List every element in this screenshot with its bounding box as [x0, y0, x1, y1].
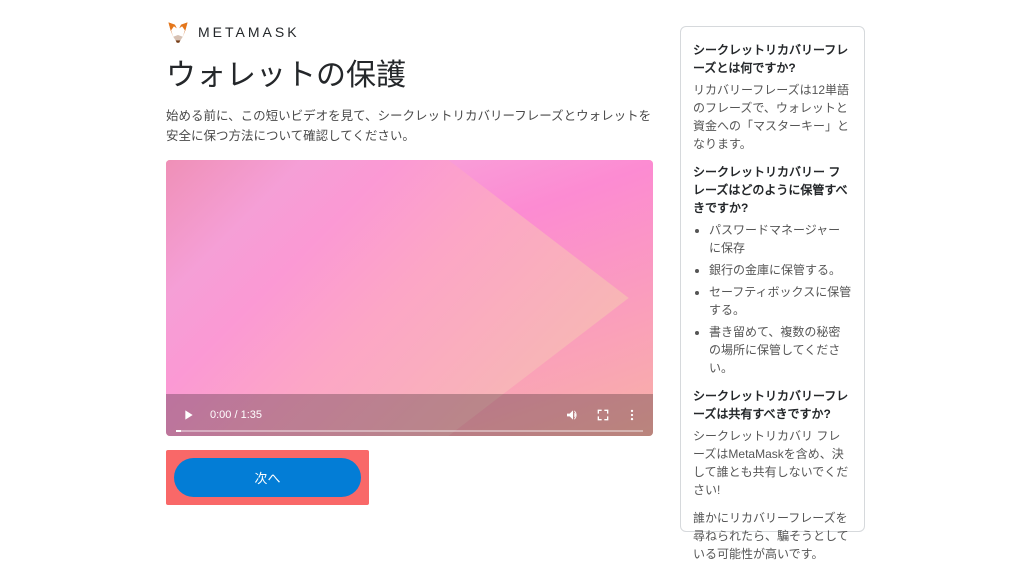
next-button-highlight: 次へ [166, 450, 369, 505]
info-sidebar: シークレットリカバリーフレーズとは何ですか? リカバリーフレーズは12単語のフレ… [680, 26, 865, 532]
sidebar-a3b: 誰かにリカバリーフレーズを尋ねられたら、騙そうとしている可能性が高いです。 [693, 509, 852, 563]
brand: METAMASK [166, 20, 660, 44]
metamask-fox-icon [166, 20, 190, 44]
sidebar-a3: シークレットリカバリ フレーズはMetaMaskを含め、決して誰とも共有しないで… [693, 427, 852, 499]
list-item: パスワードマネージャーに保存 [709, 221, 852, 257]
sidebar-a1: リカバリーフレーズは12単語のフレーズで、ウォレットと資金への「マスターキー」と… [693, 81, 852, 153]
next-button[interactable]: 次へ [174, 458, 361, 497]
brand-name: METAMASK [198, 24, 300, 40]
list-item: 銀行の金庫に保管する。 [709, 261, 852, 279]
sidebar-q1: シークレットリカバリーフレーズとは何ですか? [693, 41, 852, 77]
sidebar-list: パスワードマネージャーに保存 銀行の金庫に保管する。 セーフティボックスに保管す… [693, 221, 852, 377]
sidebar-q3: シークレットリカバリーフレーズは共有すべきですか? [693, 387, 852, 423]
play-icon[interactable] [180, 407, 196, 423]
more-icon[interactable] [625, 408, 639, 422]
list-item: 書き留めて、複数の秘密の場所に保管してください。 [709, 323, 852, 377]
video-controls: 0:00 / 1:35 [166, 394, 653, 436]
fullscreen-icon[interactable] [595, 407, 611, 423]
video-progress-bar[interactable] [176, 430, 643, 432]
video-timecode: 0:00 / 1:35 [210, 409, 262, 421]
volume-icon[interactable] [565, 407, 581, 423]
list-item: セーフティボックスに保管する。 [709, 283, 852, 319]
sidebar-q2: シークレットリカバリー フレーズはどのように保管すべきですか? [693, 163, 852, 217]
intro-video[interactable]: 0:00 / 1:35 [166, 160, 653, 436]
page-title: ウォレットの保護 [166, 50, 660, 94]
page-description: 始める前に、この短いビデオを見て、シークレットリカバリーフレーズとウォレットを安… [166, 106, 660, 146]
